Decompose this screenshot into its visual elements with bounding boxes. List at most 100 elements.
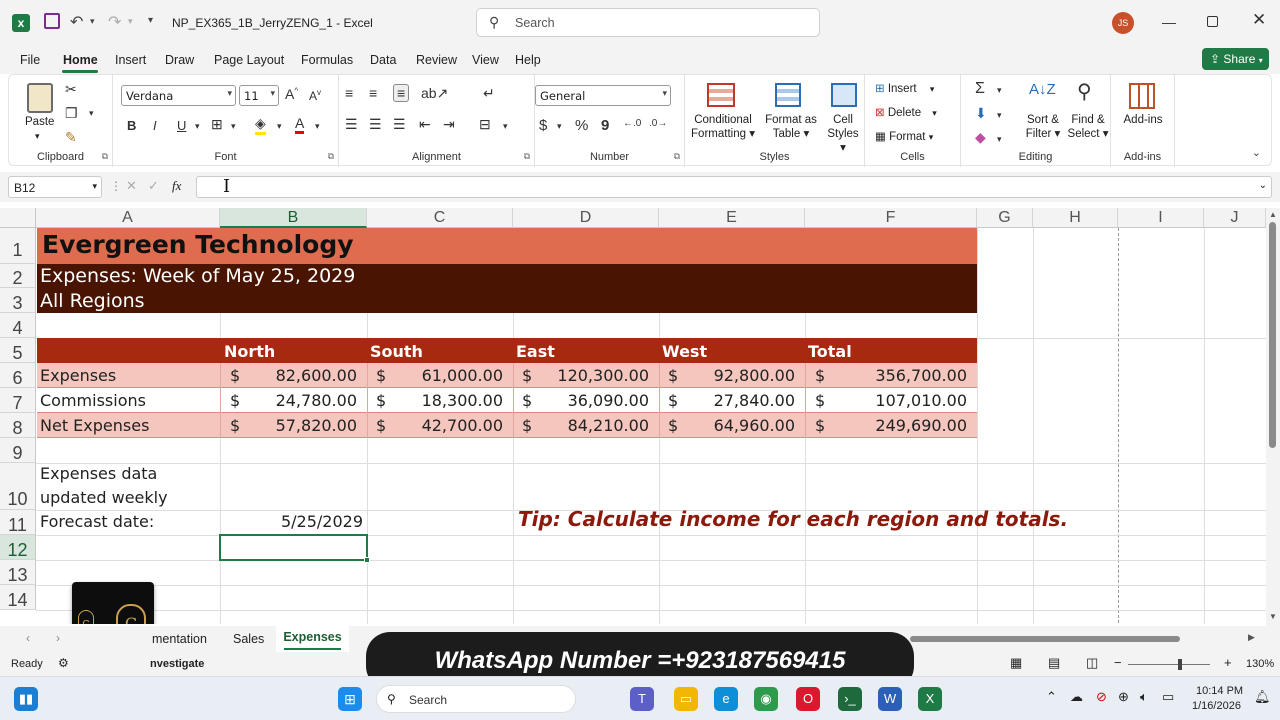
vertical-scrollbar[interactable]: ▲ ▼: [1266, 208, 1280, 626]
clock-date[interactable]: 1/16/2026: [1192, 700, 1241, 712]
column-header-g[interactable]: G: [977, 208, 1033, 228]
column-header-b[interactable]: B: [220, 208, 367, 228]
row-header-7[interactable]: 7: [0, 388, 36, 413]
cell-b7-value[interactable]: 24,780.00: [240, 391, 357, 410]
edge-icon[interactable]: e: [714, 687, 738, 711]
customize-qat-icon[interactable]: ▾: [148, 15, 153, 26]
row-header-11[interactable]: 11: [0, 510, 36, 535]
column-header-i[interactable]: I: [1118, 208, 1204, 228]
cell-a8-label[interactable]: Net Expenses: [40, 416, 149, 435]
tab-insert[interactable]: Insert: [115, 53, 146, 67]
cancel-entry-icon[interactable]: ✕: [126, 178, 137, 194]
column-header-c[interactable]: C: [367, 208, 513, 228]
row-header-8[interactable]: 8: [0, 413, 36, 438]
tray-chevron-icon[interactable]: ⌃: [1046, 689, 1057, 705]
column-header-h[interactable]: H: [1033, 208, 1118, 228]
merge-center-icon[interactable]: ⊟: [479, 116, 491, 133]
accessibility-icon[interactable]: ⚙: [58, 656, 69, 670]
font-color-dropdown-icon[interactable]: ▾: [315, 121, 320, 132]
formula-input[interactable]: I ⌄: [196, 176, 1272, 198]
cell-b8-value[interactable]: 57,820.00: [240, 416, 357, 435]
zoom-level[interactable]: 130%: [1246, 658, 1274, 670]
decrease-decimal-icon[interactable]: .0→: [649, 118, 667, 129]
column-header-e[interactable]: E: [659, 208, 805, 228]
column-header-d[interactable]: D: [513, 208, 659, 228]
name-box[interactable]: B12 ▾: [8, 176, 102, 198]
search-box[interactable]: ⚲ Search: [476, 8, 820, 37]
cell-b5-north[interactable]: North: [224, 342, 275, 361]
cell-d7-value[interactable]: 36,090.00: [532, 391, 649, 410]
clipboard-launcher-icon[interactable]: ⧉: [102, 151, 108, 162]
paste-button[interactable]: Paste: [25, 115, 54, 129]
cell-a1-title[interactable]: Evergreen Technology: [42, 230, 354, 259]
fill-handle[interactable]: [364, 557, 370, 563]
clock-time[interactable]: 10:14 PM: [1196, 685, 1243, 697]
align-left-icon[interactable]: ☰: [345, 116, 358, 133]
terminal-icon[interactable]: ›_: [838, 687, 862, 711]
undo-icon[interactable]: ↶: [70, 12, 83, 32]
zoom-slider[interactable]: [1128, 659, 1210, 670]
cell-c8-value[interactable]: 42,700.00: [386, 416, 503, 435]
currency-dropdown-icon[interactable]: ▾: [557, 121, 562, 132]
column-header-j[interactable]: J: [1204, 208, 1266, 228]
autosum-dropdown-icon[interactable]: ▾: [997, 85, 1002, 96]
tray-battery-icon[interactable]: ▭: [1162, 689, 1174, 705]
wrap-text-icon[interactable]: ↵: [483, 85, 495, 102]
redo-icon[interactable]: ↷: [108, 12, 121, 32]
active-cell-b12[interactable]: [219, 534, 368, 561]
confirm-entry-icon[interactable]: ✓: [148, 178, 159, 194]
font-launcher-icon[interactable]: ⧉: [328, 151, 334, 162]
normal-view-icon[interactable]: ▦: [1010, 655, 1022, 671]
format-painter-icon[interactable]: ✎: [65, 129, 77, 146]
cell-d8-value[interactable]: 84,210.00: [532, 416, 649, 435]
next-sheet-icon[interactable]: ›: [56, 631, 60, 645]
underline-button[interactable]: U: [177, 118, 186, 133]
align-top-icon[interactable]: ≡: [345, 85, 353, 101]
format-cells-button[interactable]: ▦ Format ▾: [875, 130, 933, 144]
copy-dropdown-icon[interactable]: ▾: [89, 108, 94, 119]
merge-dropdown-icon[interactable]: ▾: [503, 121, 508, 132]
cell-a6-label[interactable]: Expenses: [40, 366, 116, 385]
clear-dropdown-icon[interactable]: ▾: [997, 134, 1002, 145]
sheet-tab-expenses[interactable]: Expenses: [276, 626, 349, 652]
addins-button[interactable]: Add-ins: [1115, 113, 1171, 127]
row-header-13[interactable]: 13: [0, 560, 36, 585]
save-icon[interactable]: [44, 13, 60, 29]
comma-button[interactable]: 9: [601, 117, 609, 134]
file-explorer-icon[interactable]: ▭: [674, 687, 698, 711]
decrease-font-icon[interactable]: Av: [309, 88, 321, 103]
row-header-6[interactable]: 6: [0, 363, 36, 388]
notification-icon[interactable]: 🔔︎: [1254, 689, 1271, 705]
cell-c7-value[interactable]: 18,300.00: [386, 391, 503, 410]
cell-e6-value[interactable]: 92,800.00: [678, 366, 795, 385]
cell-f8-value[interactable]: 249,690.00: [826, 416, 967, 435]
excel-taskbar-icon[interactable]: X: [918, 687, 942, 711]
user-avatar[interactable]: JS: [1112, 12, 1134, 34]
vertical-scroll-thumb[interactable]: [1269, 222, 1276, 448]
row-header-10[interactable]: 10: [0, 463, 36, 510]
sort-filter-button[interactable]: Sort & Filter ▾: [1023, 113, 1063, 141]
sheet-tab-documentation[interactable]: mentation: [152, 632, 207, 646]
cell-c6-value[interactable]: 61,000.00: [386, 366, 503, 385]
borders-icon[interactable]: ⊞: [211, 116, 223, 133]
column-header-f[interactable]: F: [805, 208, 977, 228]
tab-draw[interactable]: Draw: [165, 53, 194, 67]
tab-help[interactable]: Help: [515, 53, 541, 67]
font-size-select[interactable]: 11 ▾: [239, 85, 279, 106]
scroll-up-icon[interactable]: ▲: [1269, 210, 1277, 219]
copy-icon[interactable]: ❐: [65, 105, 78, 122]
chrome-icon[interactable]: ◉: [754, 687, 778, 711]
cell-a10-note-line1[interactable]: Expenses data: [40, 464, 157, 483]
row-header-3[interactable]: 3: [0, 288, 36, 313]
worksheet-grid[interactable]: A B C D E F G H I J 1 2 3 4 5 6 7 8 9 10…: [0, 208, 1266, 624]
conditional-formatting-button[interactable]: Conditional Formatting ▾: [689, 113, 757, 141]
increase-decimal-icon[interactable]: ←.0: [623, 118, 641, 129]
tab-file[interactable]: File: [20, 53, 40, 67]
decrease-indent-icon[interactable]: ⇤: [419, 116, 431, 133]
bold-button[interactable]: B: [127, 118, 136, 133]
cell-f6-value[interactable]: 356,700.00: [826, 366, 967, 385]
close-icon[interactable]: ✕: [1252, 10, 1266, 30]
tab-review[interactable]: Review: [416, 53, 457, 67]
share-button[interactable]: ⇪ Share ▾: [1202, 48, 1269, 70]
cell-b6-value[interactable]: 82,600.00: [240, 366, 357, 385]
